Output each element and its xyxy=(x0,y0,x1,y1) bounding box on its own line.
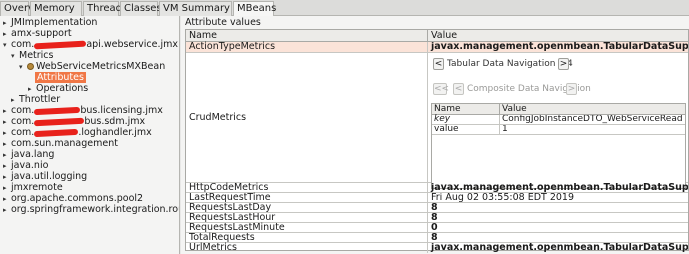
tab-threads[interactable]: Threads xyxy=(83,1,127,16)
tab-overview[interactable]: Overview xyxy=(0,1,51,16)
prev-tabular-button[interactable]: < xyxy=(433,58,444,70)
redaction-mark xyxy=(34,106,81,115)
attribute-table[interactable]: Name Value ActionTypeMetrics javax.manag… xyxy=(185,29,689,253)
tree-node-webservice-jmx[interactable]: ▾ com. api.webservice.jmx xyxy=(3,39,178,50)
tree-node-webservicemetricsmxbean[interactable]: ▾ WebServiceMetricsMXBean xyxy=(19,61,165,72)
redaction-mark xyxy=(34,40,87,49)
tree-node-loghandler-jmx[interactable]: ▸ com. .loghandler.jmx xyxy=(3,127,152,138)
attribute-panel: Attribute values Name Value ActionTypeMe… xyxy=(181,16,689,254)
table-row[interactable]: TotalRequests 8 xyxy=(186,233,688,243)
tree-node-java-nio[interactable]: ▸ java.nio xyxy=(3,160,48,171)
first-composite-button[interactable]: << xyxy=(433,83,449,95)
table-row[interactable]: UrlMetrics javax.management.openmbean.Ta… xyxy=(186,243,688,253)
next-composite-button[interactable]: > xyxy=(566,83,577,95)
tabular-nav-label: Tabular Data Navigation 1/4 xyxy=(447,59,573,69)
collapse-arrow-icon[interactable]: ▾ xyxy=(19,62,27,73)
collapse-arrow-icon[interactable]: ▾ xyxy=(3,40,11,51)
table-row[interactable]: CrudMetrics < Tabular Data Navigation 1/… xyxy=(186,53,688,189)
sub-column-header-value[interactable]: Value xyxy=(500,104,685,115)
tab-vm-summary[interactable]: VM Summary xyxy=(159,1,232,16)
tree-node-java-util-logging[interactable]: ▸ java.util.logging xyxy=(3,171,87,182)
composite-table[interactable]: Name Value key ConfigJobInstanceDTO_WebS… xyxy=(431,103,686,189)
tree-node-sdm-jmx[interactable]: ▸ com. bus.sdm.jmx xyxy=(3,116,145,127)
redaction-mark xyxy=(34,117,85,126)
tree-node-springframework-router[interactable]: ▸ org.springframework.integration.router xyxy=(3,204,179,216)
table-row[interactable]: ActionTypeMetrics javax.management.openm… xyxy=(186,42,688,53)
tab-classes[interactable]: Classes xyxy=(120,1,162,16)
tree-node-throttler[interactable]: ▸ Throttler xyxy=(11,94,60,105)
tab-bar: Overview Memory Threads Classes VM Summa… xyxy=(0,0,689,17)
mbean-tree[interactable]: ▸ JMImplementation ▸ amx-support ▾ com. api.… xyxy=(0,16,180,254)
tab-mbeans[interactable]: MBeans xyxy=(233,1,276,17)
tree-node-java-lang[interactable]: ▸ java.lang xyxy=(3,149,54,160)
tree-node-amx-support[interactable]: ▸ amx-support xyxy=(3,28,72,39)
tree-node-jmimplementation[interactable]: ▸ JMImplementation xyxy=(3,17,97,28)
tree-node-licensing-jmx[interactable]: ▸ com. bus.licensing.jmx xyxy=(3,105,163,116)
composite-row[interactable]: key ConfigJobInstanceDTO_WebServiceRead xyxy=(432,115,685,125)
tab-memory[interactable]: Memory xyxy=(30,1,82,16)
redaction-mark xyxy=(34,128,79,137)
tree-node-com-sun-management[interactable]: ▸ com.sun.management xyxy=(3,138,118,149)
bean-icon xyxy=(27,63,34,70)
tree-node-metrics[interactable]: ▾ Metrics xyxy=(11,50,53,61)
tree-node-operations[interactable]: ▸ Operations xyxy=(28,83,88,94)
collapse-arrow-icon[interactable]: ▾ xyxy=(11,51,19,62)
prev-composite-button[interactable]: < xyxy=(453,83,464,95)
composite-row[interactable]: value 1 xyxy=(432,125,685,135)
tree-node-jmxremote[interactable]: ▸ jmxremote xyxy=(3,182,63,193)
next-tabular-button[interactable]: > xyxy=(558,58,569,70)
column-header-value[interactable]: Value xyxy=(428,30,688,42)
tree-node-attributes[interactable]: Attributes xyxy=(35,72,86,83)
tree-node-commons-pool2[interactable]: ▸ org.apache.commons.pool2 xyxy=(3,193,143,204)
expand-arrow-icon[interactable]: ▸ xyxy=(3,205,11,216)
panel-title: Attribute values xyxy=(185,17,261,28)
table-row[interactable]: RequestsLastMinute 0 xyxy=(186,223,688,233)
